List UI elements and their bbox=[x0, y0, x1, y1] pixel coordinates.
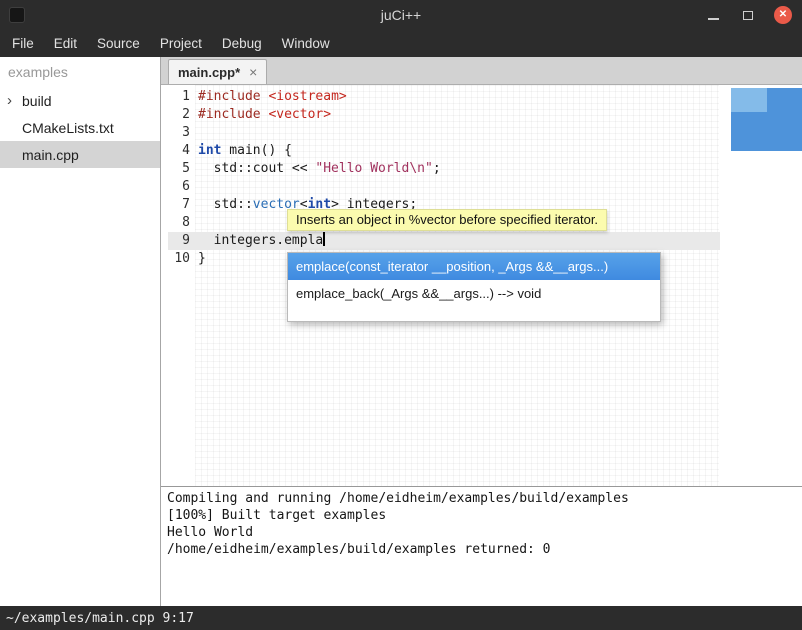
line-number: 4 bbox=[168, 142, 190, 160]
tab-bar: main.cpp* × bbox=[161, 57, 802, 85]
code-area[interactable]: 1 #include <iostream> 2 #include <vector> 34… bbox=[168, 88, 720, 268]
code-text: #include <vector> bbox=[198, 106, 720, 124]
completion-item-0[interactable]: emplace(const_iterator __position, _Args… bbox=[288, 253, 660, 280]
line-number: 6 bbox=[168, 178, 190, 196]
code-text: int main() { bbox=[198, 142, 720, 160]
window-title: juCi++ bbox=[381, 7, 421, 23]
code-segment: std::cout << bbox=[198, 161, 315, 176]
project-name: examples bbox=[0, 57, 160, 87]
tab-close-icon[interactable]: × bbox=[249, 65, 257, 79]
code-segment: int bbox=[198, 143, 221, 158]
code-text: #include <iostream> bbox=[198, 88, 720, 106]
menu-bar: FileEditSourceProjectDebugWindow bbox=[0, 30, 802, 57]
output-line-0: Compiling and running /home/eidheim/exam… bbox=[167, 490, 796, 507]
file-explorer-sidebar: examples ›build CMakeLists.txt main.cpp bbox=[0, 57, 161, 606]
maximize-icon bbox=[743, 11, 753, 20]
text-cursor bbox=[323, 232, 325, 246]
line-number: 8 bbox=[168, 214, 190, 232]
tree-item-cmakelists-txt[interactable]: CMakeLists.txt bbox=[0, 114, 160, 141]
close-icon: ✕ bbox=[779, 10, 787, 20]
line-number: 10 bbox=[168, 250, 190, 268]
app-icon bbox=[9, 7, 25, 23]
minimize-button[interactable] bbox=[704, 6, 722, 24]
tree-item-label: main.cpp bbox=[22, 147, 79, 163]
maximize-button[interactable] bbox=[739, 6, 757, 24]
completion-item-1[interactable]: emplace_back(_Args &&__args...) --> void bbox=[288, 280, 660, 307]
code-segment: ; bbox=[433, 161, 441, 176]
tab-main-cpp[interactable]: main.cpp* × bbox=[168, 59, 267, 84]
tree-item-build[interactable]: ›build bbox=[0, 87, 160, 114]
tab-label: main.cpp* bbox=[178, 65, 240, 80]
code-line-3[interactable]: 3 bbox=[168, 124, 720, 142]
menu-item-debug[interactable]: Debug bbox=[212, 31, 272, 56]
code-segment: #include bbox=[198, 107, 268, 122]
doc-tooltip: Inserts an object in %vector before spec… bbox=[287, 209, 607, 231]
code-segment: main() { bbox=[221, 143, 291, 158]
editor-pane: main.cpp* × 1 #include <iostream> 2 #includ… bbox=[161, 57, 802, 606]
app-window: juCi++ ✕ FileEditSourceProjectDebugWindo… bbox=[0, 0, 802, 630]
code-text bbox=[198, 178, 720, 196]
overview-scrollbar-highlight bbox=[731, 88, 767, 112]
code-text bbox=[198, 124, 720, 142]
code-segment: std:: bbox=[198, 197, 253, 212]
code-segment: "Hello World\n" bbox=[315, 161, 432, 176]
code-line-5[interactable]: 5 std::cout << "Hello World\n"; bbox=[168, 160, 720, 178]
file-tree: ›build CMakeLists.txt main.cpp bbox=[0, 87, 160, 168]
code-text: std::cout << "Hello World\n"; bbox=[198, 160, 720, 178]
main-area: examples ›build CMakeLists.txt main.cpp ma… bbox=[0, 57, 802, 606]
code-editor[interactable]: 1 #include <iostream> 2 #include <vector> 34… bbox=[161, 85, 802, 486]
code-line-9[interactable]: 9 integers.empla bbox=[168, 232, 720, 250]
code-segment: <vector> bbox=[268, 107, 331, 122]
code-segment: } bbox=[198, 251, 206, 266]
tree-item-main-cpp[interactable]: main.cpp bbox=[0, 141, 160, 168]
code-segment: #include bbox=[198, 89, 268, 104]
line-number: 2 bbox=[168, 106, 190, 124]
line-number: 3 bbox=[168, 124, 190, 142]
line-number: 9 bbox=[168, 232, 190, 250]
overview-scrollbar[interactable] bbox=[731, 88, 802, 151]
window-controls: ✕ bbox=[704, 0, 792, 30]
code-segment: integers.empla bbox=[198, 233, 323, 248]
title-bar: juCi++ ✕ bbox=[0, 0, 802, 30]
menu-item-source[interactable]: Source bbox=[87, 31, 150, 56]
output-line-3: /home/eidheim/examples/build/examples re… bbox=[167, 541, 796, 558]
line-number: 1 bbox=[168, 88, 190, 106]
completion-popup: emplace(const_iterator __position, _Args… bbox=[287, 252, 661, 322]
code-line-2[interactable]: 2 #include <vector> bbox=[168, 106, 720, 124]
expander-icon[interactable]: › bbox=[0, 93, 22, 108]
code-line-4[interactable]: 4 int main() { bbox=[168, 142, 720, 160]
close-button[interactable]: ✕ bbox=[774, 6, 792, 24]
code-line-6[interactable]: 6 bbox=[168, 178, 720, 196]
output-panel: Compiling and running /home/eidheim/exam… bbox=[161, 486, 802, 606]
line-number: 5 bbox=[168, 160, 190, 178]
status-bar: ~/examples/main.cpp 9:17 bbox=[0, 606, 802, 630]
menu-item-window[interactable]: Window bbox=[272, 31, 340, 56]
output-line-1: [100%] Built target examples bbox=[167, 507, 796, 524]
menu-item-project[interactable]: Project bbox=[150, 31, 212, 56]
line-number: 7 bbox=[168, 196, 190, 214]
tree-item-label: build bbox=[22, 93, 52, 109]
tree-item-label: CMakeLists.txt bbox=[22, 120, 114, 136]
menu-item-file[interactable]: File bbox=[2, 31, 44, 56]
code-segment: <iostream> bbox=[268, 89, 346, 104]
code-text: integers.empla bbox=[198, 232, 720, 250]
code-line-1[interactable]: 1 #include <iostream> bbox=[168, 88, 720, 106]
status-text: ~/examples/main.cpp 9:17 bbox=[6, 611, 194, 626]
output-line-2: Hello World bbox=[167, 524, 796, 541]
minimize-icon bbox=[708, 18, 719, 20]
menu-item-edit[interactable]: Edit bbox=[44, 31, 87, 56]
